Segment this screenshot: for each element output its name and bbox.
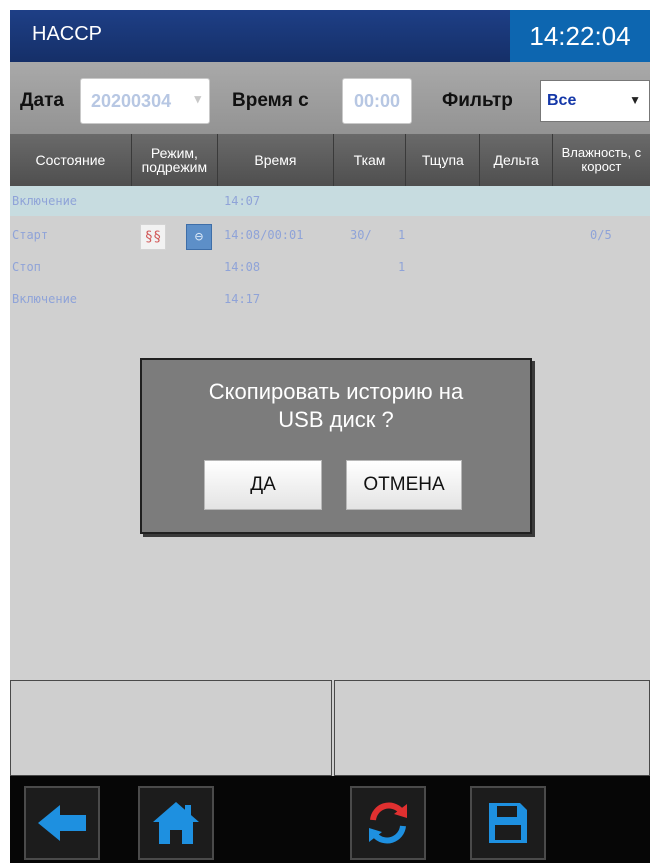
column-header-state: Состояние: [10, 134, 132, 186]
cancel-button[interactable]: ОТМЕНА: [346, 460, 462, 510]
row-tprobe: 1: [398, 260, 406, 274]
row-state: Стоп: [12, 260, 41, 274]
refresh-button[interactable]: [350, 786, 426, 860]
floppy-disk-icon: [489, 803, 527, 843]
column-header-delta: Дельта: [480, 134, 553, 186]
column-header-time: Время: [218, 134, 334, 186]
column-header-mode: Режим, подрежим: [132, 134, 218, 186]
column-header-humidity: Влажность, скорост: [561, 145, 642, 174]
dropdown-arrow-icon: ▼: [629, 93, 641, 107]
dialog-message-line2: USB диск ?: [278, 407, 394, 432]
home-button[interactable]: [138, 786, 214, 860]
heat-waves-icon: §§: [140, 224, 166, 250]
row-time: 14:17: [224, 292, 261, 306]
row-state: Старт: [12, 228, 49, 242]
filter-label: Фильтр: [442, 90, 513, 111]
row-tprobe: 1: [398, 228, 406, 242]
column-header-tprobe: Тщупа: [406, 134, 481, 186]
row-state: Включение: [12, 194, 78, 208]
chevron-down-icon: ▾: [194, 91, 201, 106]
row-time: 14:07: [224, 194, 261, 208]
row-time: 14:08/00:01: [224, 228, 304, 242]
app-title: HACCP: [32, 23, 103, 45]
table-row[interactable]: Включение 14:17: [10, 284, 650, 314]
filter-bar: Дата 20200304 ▾ Время с 00:00 Фильтр Все…: [10, 62, 650, 144]
row-tcam: 30/: [350, 228, 372, 242]
save-button[interactable]: [470, 786, 546, 860]
date-value: 20200304: [91, 90, 172, 111]
time-from-field[interactable]: 00:00: [342, 78, 412, 124]
column-header-tcam: Ткам: [334, 134, 407, 186]
yes-button[interactable]: ДА: [204, 460, 322, 510]
fan-mode-icon: ⊖: [186, 224, 212, 250]
time-from-label: Время с: [232, 90, 309, 111]
refresh-icon: [369, 802, 407, 844]
filter-select[interactable]: Все ▼: [540, 80, 650, 122]
row-time: 14:08: [224, 260, 261, 274]
arrow-left-icon: [38, 805, 86, 841]
dialog-message: Скопировать историю на USB диск ?: [142, 378, 530, 434]
row-humidity: 0/5: [590, 228, 612, 242]
home-icon: [153, 802, 199, 844]
clock: 14:22:04: [510, 10, 650, 62]
table-header: Состояние Режим, подрежим Время Ткам Тщу…: [10, 134, 650, 186]
bottom-panel-right: [334, 680, 650, 776]
back-button[interactable]: [24, 786, 100, 860]
app-window: HACCP 14:22:04 Дата 20200304 ▾ Время с 0…: [10, 10, 650, 863]
time-from-value: 00:00: [353, 90, 401, 111]
table-row[interactable]: Стоп 14:08 1: [10, 252, 650, 282]
row-state: Включение: [12, 292, 78, 306]
date-field[interactable]: 20200304 ▾: [80, 78, 210, 124]
bottom-toolbar: [10, 776, 650, 863]
table-row[interactable]: Включение 14:07: [10, 186, 650, 216]
title-bar: HACCP 14:22:04: [10, 10, 650, 62]
filter-value: Все: [547, 92, 577, 109]
table-row[interactable]: Старт §§ ⊖ 14:08/00:01 30/ 1 0/5: [10, 220, 650, 250]
date-label: Дата: [20, 90, 64, 111]
copy-history-dialog: Скопировать историю на USB диск ? ДА ОТМ…: [140, 358, 532, 534]
dialog-message-line1: Скопировать историю на: [208, 379, 464, 404]
bottom-panel-left: [10, 680, 332, 776]
